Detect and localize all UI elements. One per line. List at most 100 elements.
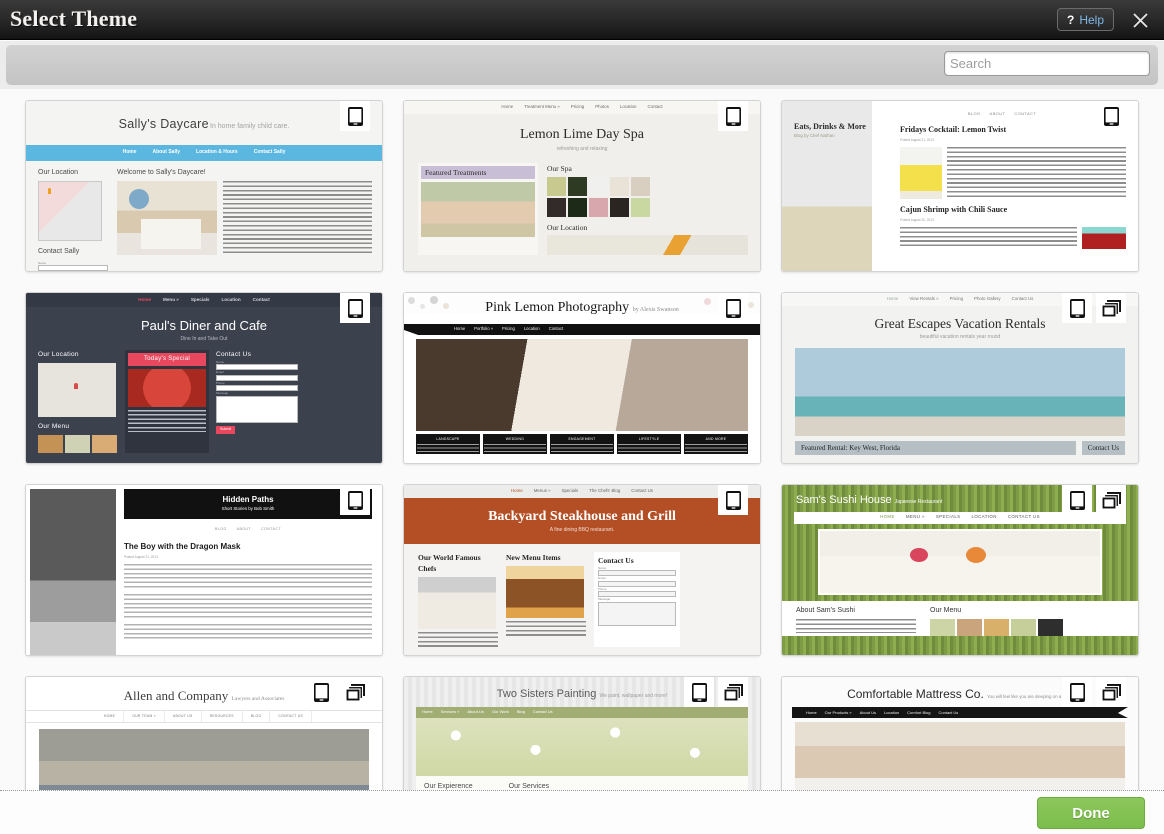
mobile-preview-badge[interactable]	[1062, 677, 1092, 707]
section-heading: Our Expierence	[424, 782, 473, 790]
featured-rental-bar: Featured Rental: Key West, Florida	[795, 440, 1076, 456]
nav-item: Menu »	[163, 296, 179, 302]
nav-item: Contact Sally	[253, 149, 286, 155]
theme-card-lemon-lime-day-spa[interactable]: Home Treatment Menu » Pricing Photos Loc…	[403, 100, 761, 272]
nav-item: Pricing	[949, 296, 964, 302]
mobile-preview-badge[interactable]	[1062, 293, 1092, 323]
mobile-preview-badge[interactable]	[340, 485, 370, 515]
mobile-preview-icon	[725, 298, 741, 318]
photo	[900, 146, 942, 199]
theme-site-nav: Home Menus » Specials The Chefs' Blog Co…	[404, 485, 760, 498]
slideshow-preview-badge[interactable]	[340, 677, 370, 707]
nav-item: View Rentals »	[909, 296, 939, 302]
theme-grid-scroll-area[interactable]: Sally's Daycare In home family child car…	[0, 89, 1164, 790]
theme-card-pink-lemon-photography[interactable]: Pink Lemon Photography by Alexis Swanson…	[403, 292, 761, 464]
theme-card-slot: Home Menu » Specials Location Contact Pa…	[15, 292, 393, 484]
theme-badges	[1062, 677, 1126, 707]
map-image	[38, 181, 102, 242]
message-field	[598, 601, 676, 626]
slideshow-preview-icon	[1101, 491, 1121, 509]
help-button-label: Help	[1079, 12, 1104, 27]
nav-item: Portfolio »	[474, 326, 494, 332]
nav-item: HOME	[880, 514, 895, 520]
theme-card-slot: Eats, Drinks & More Blog by Chef Nathan …	[771, 100, 1149, 292]
nav-item: CONTACT	[1014, 111, 1037, 116]
theme-badges	[1096, 101, 1126, 131]
slideshow-preview-badge[interactable]	[1096, 293, 1126, 323]
mobile-preview-badge[interactable]	[340, 101, 370, 131]
hero-pattern	[416, 717, 748, 776]
slideshow-preview-badge[interactable]	[1096, 677, 1126, 707]
slideshow-preview-icon	[723, 683, 743, 701]
nav-item: About Us	[859, 709, 877, 715]
mobile-preview-badge[interactable]	[718, 485, 748, 515]
theme-card-slot: Home View Rentals » Pricing Photo Galler…	[771, 292, 1149, 484]
mobile-preview-icon	[725, 490, 741, 510]
theme-card-two-sisters-painting[interactable]: Two Sisters Painting We paint, wallpaper…	[403, 676, 761, 790]
window-titlebar: Select Theme ? Help	[0, 0, 1164, 40]
theme-card-comfortable-mattress-co[interactable]: Comfortable Mattress Co. You will feel l…	[781, 676, 1139, 790]
theme-site-title: Sally's Daycare	[118, 117, 209, 131]
nav-item: Contact Us	[631, 488, 653, 494]
question-mark-icon: ?	[1066, 12, 1075, 27]
slideshow-preview-icon	[1101, 683, 1121, 701]
nav-item: Services »	[440, 709, 460, 714]
theme-site-tagline: A fine dining BBQ restaurant.	[549, 527, 615, 533]
theme-site-title: Comfortable Mattress Co.	[847, 687, 984, 701]
section-heading: Our Services	[508, 782, 550, 790]
mobile-preview-icon	[691, 682, 707, 702]
nav-item: Contact	[548, 326, 564, 332]
nav-item: MENU »	[905, 514, 925, 520]
theme-site-tagline: In home family child care.	[210, 123, 290, 130]
nav-item: BLOG	[243, 710, 271, 722]
section-heading: Our Menu	[38, 422, 70, 430]
search-input[interactable]	[944, 51, 1150, 76]
slideshow-preview-badge[interactable]	[718, 677, 748, 707]
photo-grid	[38, 434, 118, 453]
theme-card-slot: Comfortable Mattress Co. You will feel l…	[771, 676, 1149, 790]
theme-site-nav: Home Menu » Specials Location Contact	[26, 293, 382, 307]
mobile-preview-icon	[347, 298, 363, 318]
dialog-footer: Done	[0, 790, 1164, 834]
theme-card-sams-sushi-house[interactable]: Sam's Sushi House Japanese Restaurant HO…	[781, 484, 1139, 656]
theme-site-tagline: You will feel like you are sleeping on a…	[987, 694, 1073, 699]
slideshow-preview-badge[interactable]	[1096, 485, 1126, 515]
nav-item: Pricing	[570, 104, 585, 110]
theme-card-eats-drinks-and-more[interactable]: Eats, Drinks & More Blog by Chef Nathan …	[781, 100, 1139, 272]
nav-item: Treatment Menu »	[524, 104, 560, 110]
theme-thumbnail: Home Menu » Specials Location Contact Pa…	[26, 293, 382, 463]
theme-site-title: Allen and Company	[123, 688, 229, 703]
help-button[interactable]: ? Help	[1056, 8, 1114, 31]
nav-item: Home	[122, 149, 137, 155]
mobile-preview-badge[interactable]	[1096, 101, 1126, 131]
theme-thumbnail: Eats, Drinks & More Blog by Chef Nathan …	[782, 101, 1138, 271]
hero-photo	[795, 722, 1125, 790]
section-heading: Today's Special	[128, 353, 206, 366]
theme-grid: Sally's Daycare In home family child car…	[0, 89, 1164, 790]
theme-card-backyard-steakhouse-and-grill[interactable]: Home Menus » Specials The Chefs' Blog Co…	[403, 484, 761, 656]
theme-card-allen-and-company[interactable]: Allen and Company Lawyers and Associates…	[25, 676, 383, 790]
close-button[interactable]	[1126, 7, 1154, 33]
theme-card-slot: Allen and Company Lawyers and Associates…	[15, 676, 393, 790]
theme-card-pauls-diner-and-cafe[interactable]: Home Menu » Specials Location Contact Pa…	[25, 292, 383, 464]
mobile-preview-badge[interactable]	[1062, 485, 1092, 515]
name-field	[38, 265, 108, 271]
theme-thumbnail: Pink Lemon Photography by Alexis Swanson…	[404, 293, 760, 463]
mobile-preview-icon	[1103, 106, 1119, 126]
hero-photo	[795, 347, 1125, 436]
theme-card-sallys-daycare[interactable]: Sally's Daycare In home family child car…	[25, 100, 383, 272]
slideshow-preview-icon	[345, 683, 365, 701]
theme-site-tagline: beautiful vacation rentals year round	[919, 334, 1001, 341]
theme-card-hidden-paths[interactable]: Hidden Paths Short Stories by Bob Smith …	[25, 484, 383, 656]
theme-badges	[1062, 485, 1126, 515]
theme-site-tagline: Blog by Chef Nathan	[794, 133, 835, 138]
mobile-preview-badge[interactable]	[306, 677, 336, 707]
mobile-preview-badge[interactable]	[684, 677, 714, 707]
done-button[interactable]: Done	[1037, 797, 1145, 829]
theme-site-nav: BLOG ABOUT CONTACT	[124, 527, 372, 532]
mobile-preview-badge[interactable]	[718, 101, 748, 131]
mobile-preview-badge[interactable]	[340, 293, 370, 323]
nav-item: Contact	[647, 104, 663, 110]
theme-card-great-escapes-vacation-rentals[interactable]: Home View Rentals » Pricing Photo Galler…	[781, 292, 1139, 464]
mobile-preview-badge[interactable]	[718, 293, 748, 323]
